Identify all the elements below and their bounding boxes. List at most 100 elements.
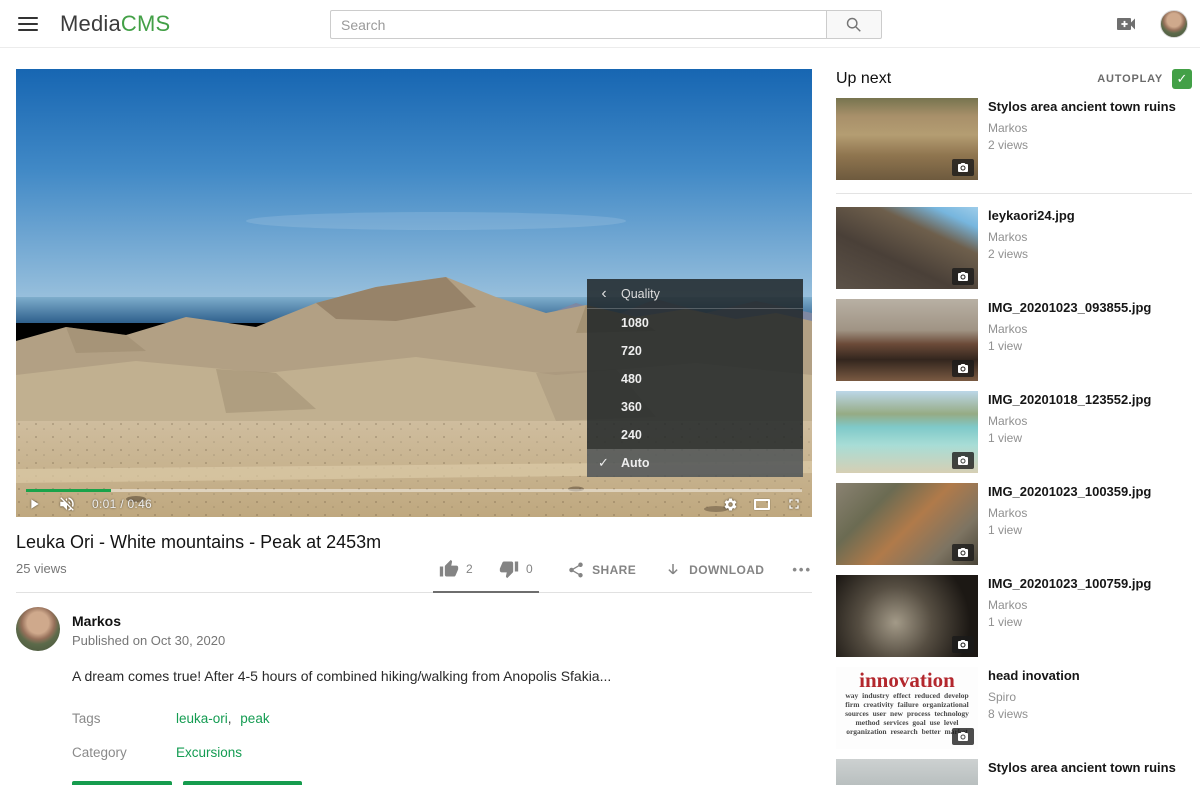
rating-group: 2 0 bbox=[433, 559, 539, 593]
author-name[interactable]: Markos bbox=[72, 613, 225, 629]
up-next-author: Markos bbox=[988, 414, 1151, 428]
like-count: 2 bbox=[466, 562, 473, 576]
gear-icon bbox=[723, 497, 738, 512]
mute-button[interactable] bbox=[58, 495, 76, 513]
upload-media-button[interactable] bbox=[1114, 12, 1138, 36]
fullscreen-icon bbox=[786, 496, 802, 512]
delete-media-button[interactable]: DELETE MEDIA bbox=[183, 781, 302, 785]
image-type-badge bbox=[952, 728, 974, 745]
quality-option-240[interactable]: 240 bbox=[587, 421, 803, 449]
play-icon bbox=[26, 496, 42, 512]
player-controls: 0:01 / 0:46 bbox=[26, 491, 802, 517]
download-button[interactable]: DOWNLOAD bbox=[664, 561, 764, 591]
tags-values: leuka-ori, peak bbox=[176, 711, 270, 726]
quality-option-1080[interactable]: 1080 bbox=[587, 309, 803, 337]
tag-separator: , bbox=[228, 711, 236, 726]
up-next-title[interactable]: IMG_20201023_100359.jpg bbox=[988, 484, 1151, 500]
time-display: 0:01 / 0:46 bbox=[92, 497, 152, 511]
image-type-badge bbox=[952, 159, 974, 176]
up-next-item[interactable]: IMG_20201018_123552.jpg Markos 1 view bbox=[836, 391, 1192, 473]
user-avatar[interactable] bbox=[1160, 10, 1188, 38]
up-next-title[interactable]: IMG_20201023_100759.jpg bbox=[988, 576, 1151, 592]
camera-icon bbox=[957, 271, 969, 283]
quality-option-720[interactable]: 720 bbox=[587, 337, 803, 365]
video-player[interactable]: ‹ Quality 1080720480360240✓Auto 0:01 / 0… bbox=[16, 69, 812, 517]
video-camera-plus-icon bbox=[1114, 12, 1138, 36]
up-next-author: Markos bbox=[988, 598, 1151, 612]
up-next-thumbnail[interactable] bbox=[836, 391, 978, 473]
more-actions-button[interactable]: ••• bbox=[792, 562, 812, 589]
image-type-badge bbox=[952, 544, 974, 561]
up-next-author: Markos bbox=[988, 230, 1075, 244]
camera-icon bbox=[957, 455, 969, 467]
up-next-item[interactable]: Stylos area ancient town ruins bbox=[836, 759, 1192, 785]
autoplay-label: AUTOPLAY bbox=[1097, 73, 1163, 85]
up-next-author: Markos bbox=[988, 506, 1151, 520]
settings-button[interactable] bbox=[723, 497, 738, 512]
logo[interactable]: MediaCMS bbox=[60, 11, 170, 37]
up-next-views: 1 view bbox=[988, 431, 1151, 445]
up-next-title[interactable]: IMG_20201023_093855.jpg bbox=[988, 300, 1151, 316]
quality-option-auto[interactable]: ✓Auto bbox=[587, 449, 803, 477]
back-chevron-icon: ‹ bbox=[587, 286, 621, 302]
like-button[interactable]: 2 bbox=[439, 559, 473, 579]
tags-label: Tags bbox=[72, 711, 176, 726]
quality-option-360[interactable]: 360 bbox=[587, 393, 803, 421]
up-next-thumbnail[interactable] bbox=[836, 207, 978, 289]
autoplay-checkbox[interactable]: ✓ bbox=[1172, 69, 1192, 89]
up-next-author: Markos bbox=[988, 121, 1176, 135]
quality-option-480[interactable]: 480 bbox=[587, 365, 803, 393]
category-link[interactable]: Excursions bbox=[176, 745, 242, 760]
theater-mode-icon bbox=[754, 499, 770, 510]
search-input[interactable] bbox=[330, 10, 826, 39]
up-next-thumbnail[interactable] bbox=[836, 759, 978, 785]
up-next-thumbnail[interactable]: innovationway industry effect reduced de… bbox=[836, 667, 978, 749]
author-avatar[interactable] bbox=[16, 607, 60, 651]
up-next-item[interactable]: Stylos area ancient town ruins Markos 2 … bbox=[836, 98, 1192, 194]
up-next-title[interactable]: leykaori24.jpg bbox=[988, 208, 1075, 224]
image-type-badge bbox=[952, 360, 974, 377]
quality-menu-items: 1080720480360240✓Auto bbox=[587, 309, 803, 477]
video-description: A dream comes true! After 4-5 hours of c… bbox=[72, 668, 812, 684]
up-next-thumbnail[interactable] bbox=[836, 575, 978, 657]
up-next-title[interactable]: Stylos area ancient town ruins bbox=[988, 760, 1176, 776]
download-icon bbox=[664, 561, 682, 579]
up-next-title[interactable]: Stylos area ancient town ruins bbox=[988, 99, 1176, 115]
menu-icon[interactable] bbox=[18, 17, 38, 31]
up-next-title[interactable]: head inovation bbox=[988, 668, 1080, 684]
up-next-item[interactable]: IMG_20201023_093855.jpg Markos 1 view bbox=[836, 299, 1192, 381]
camera-icon bbox=[957, 639, 969, 651]
up-next-thumbnail[interactable] bbox=[836, 299, 978, 381]
up-next-item[interactable]: leykaori24.jpg Markos 2 views bbox=[836, 207, 1192, 289]
up-next-item[interactable]: IMG_20201023_100359.jpg Markos 1 view bbox=[836, 483, 1192, 565]
published-date: Published on Oct 30, 2020 bbox=[72, 633, 225, 648]
up-next-views: 2 views bbox=[988, 138, 1176, 152]
up-next-views: 2 views bbox=[988, 247, 1075, 261]
image-type-badge bbox=[952, 636, 974, 653]
up-next-item[interactable]: IMG_20201023_100759.jpg Markos 1 view bbox=[836, 575, 1192, 657]
check-icon: ✓ bbox=[1177, 71, 1188, 87]
edit-media-button[interactable]: EDIT MEDIA bbox=[72, 781, 172, 785]
up-next-thumbnail[interactable] bbox=[836, 98, 978, 180]
camera-icon bbox=[957, 731, 969, 743]
more-icon: ••• bbox=[792, 562, 812, 577]
quality-menu-header[interactable]: ‹ Quality bbox=[587, 279, 803, 309]
up-next-list: Stylos area ancient town ruins Markos 2 … bbox=[836, 98, 1192, 785]
search-bar bbox=[330, 10, 882, 39]
tags-row: Tags leuka-ori, peak bbox=[72, 711, 812, 726]
top-bar: MediaCMS bbox=[0, 0, 1200, 48]
share-icon bbox=[567, 561, 585, 579]
dislike-button[interactable]: 0 bbox=[499, 559, 533, 579]
category-label: Category bbox=[72, 745, 176, 760]
up-next-thumbnail[interactable] bbox=[836, 483, 978, 565]
share-button[interactable]: SHARE bbox=[567, 561, 636, 591]
tag-link[interactable]: peak bbox=[240, 711, 269, 726]
fullscreen-button[interactable] bbox=[786, 496, 802, 512]
up-next-views: 1 view bbox=[988, 615, 1151, 629]
theater-mode-button[interactable] bbox=[754, 499, 770, 510]
up-next-item[interactable]: innovationway industry effect reduced de… bbox=[836, 667, 1192, 749]
tag-link[interactable]: leuka-ori bbox=[176, 711, 228, 726]
search-button[interactable] bbox=[826, 10, 882, 39]
play-button[interactable] bbox=[26, 496, 42, 512]
up-next-title[interactable]: IMG_20201018_123552.jpg bbox=[988, 392, 1151, 408]
